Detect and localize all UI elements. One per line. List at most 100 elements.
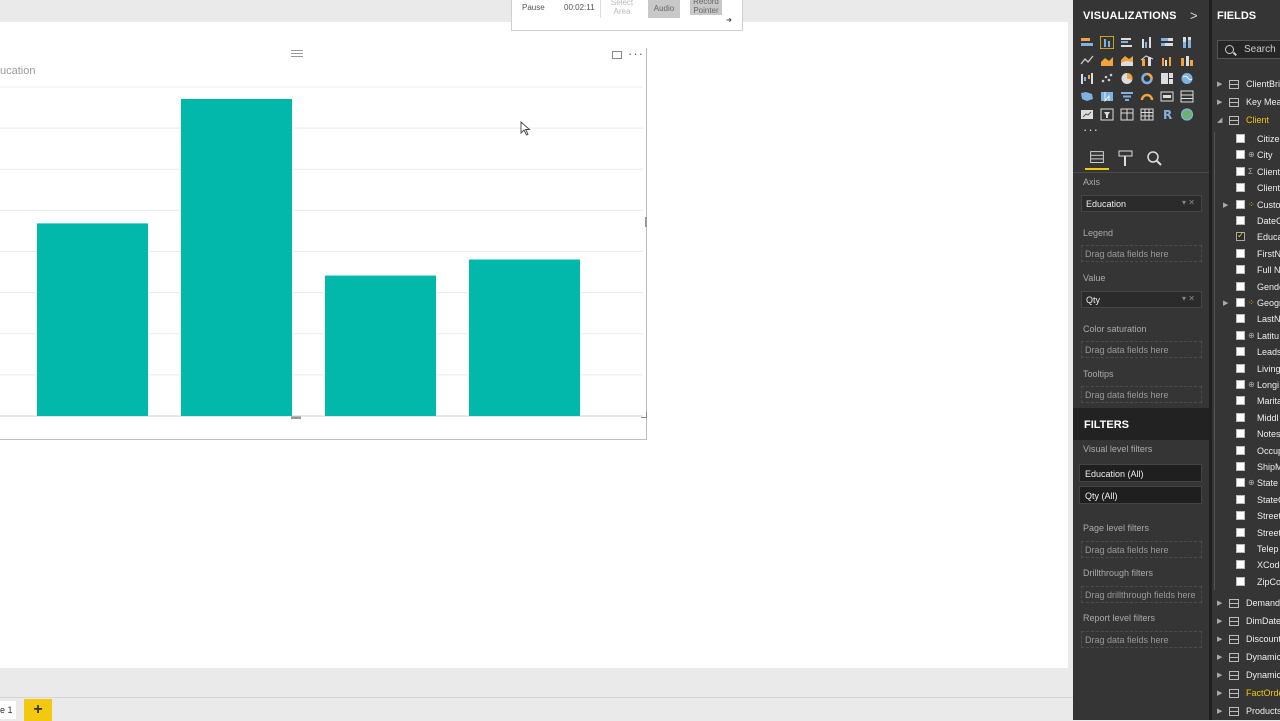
line-and-clustered-column-icon[interactable] — [1160, 54, 1174, 67]
filter-card-qty[interactable]: Qty (All) — [1079, 486, 1202, 504]
field-item[interactable]: Occup — [1212, 443, 1280, 459]
drillthrough-drop-zone[interactable]: Drag drillthrough fields here — [1081, 586, 1202, 603]
field-checkbox[interactable] — [1236, 380, 1245, 389]
field-checkbox[interactable] — [1236, 347, 1245, 357]
matrix-icon[interactable] — [1140, 108, 1154, 121]
expand-chevron-icon[interactable]: ▶ — [1217, 80, 1222, 88]
line-and-stacked-column-icon[interactable] — [1140, 54, 1154, 67]
fields-search-input[interactable]: Search — [1217, 40, 1280, 59]
field-checkbox[interactable] — [1236, 560, 1245, 570]
recorder-collapse-icon[interactable]: ➜ — [726, 16, 732, 24]
line-chart-icon[interactable] — [1080, 54, 1094, 67]
field-checkbox[interactable] — [1236, 429, 1245, 439]
expand-chevron-icon[interactable]: ▶ — [1223, 299, 1228, 307]
report-filters-drop-zone[interactable]: Drag data fields here — [1081, 631, 1202, 648]
card-icon[interactable] — [1160, 90, 1174, 103]
field-item[interactable]: Citizen — [1212, 131, 1280, 147]
expand-chevron-icon[interactable]: ▶ — [1223, 201, 1228, 209]
map-icon[interactable] — [1180, 72, 1194, 85]
gauge-icon[interactable] — [1140, 90, 1154, 103]
table-icon[interactable] — [1120, 108, 1134, 121]
funnel-chart-icon[interactable] — [1120, 90, 1134, 103]
field-table-row-client[interactable]: ◢ Client — [1212, 112, 1280, 128]
remove-field-icon[interactable]: ▾ ✕ — [1182, 198, 1195, 207]
field-item[interactable]: ⊕ City — [1212, 147, 1280, 163]
field-checkbox[interactable] — [1236, 216, 1245, 225]
field-checkbox[interactable] — [1236, 166, 1245, 176]
field-item[interactable]: ▶ ⁘ Geogr — [1212, 295, 1280, 311]
more-visuals-icon[interactable]: ··· — [1083, 122, 1099, 137]
field-item[interactable]: ⊕ Longi — [1212, 377, 1280, 393]
field-item[interactable]: ⊕ State — [1212, 475, 1280, 491]
field-checkbox[interactable] — [1236, 363, 1245, 373]
format-paint-roller-icon[interactable] — [1114, 148, 1138, 170]
field-checkbox[interactable] — [1236, 281, 1245, 291]
field-item[interactable]: Street — [1212, 508, 1280, 524]
expand-chevron-icon[interactable]: ▶ — [1217, 617, 1222, 625]
field-checkbox[interactable] — [1236, 183, 1245, 193]
field-checkbox[interactable] — [1236, 150, 1245, 160]
bar-masters[interactable] — [469, 259, 580, 416]
r-script-visual-icon[interactable]: R — [1160, 108, 1174, 121]
expand-chevron-icon[interactable]: ▶ — [1217, 689, 1222, 697]
field-item[interactable]: Telep — [1212, 541, 1280, 557]
stacked-bar-chart-icon[interactable] — [1080, 36, 1094, 49]
bar-bachelors[interactable] — [37, 223, 148, 416]
field-checkbox[interactable] — [1236, 445, 1245, 455]
field-checkbox[interactable] — [1236, 265, 1245, 275]
100-percent-column-chart-icon[interactable] — [1180, 36, 1194, 49]
field-item[interactable]: LastN — [1212, 311, 1280, 327]
field-checkbox[interactable] — [1236, 478, 1245, 488]
field-table-row[interactable]: ▶ ClientBri — [1212, 76, 1280, 92]
field-item[interactable]: Educa — [1212, 229, 1280, 245]
field-checkbox[interactable] — [1236, 134, 1245, 143]
bar-below-college[interactable] — [181, 99, 292, 416]
report-page[interactable]: ··· ucation BachelorsBelow CollegeDoctor… — [0, 22, 1068, 668]
expand-chevron-icon[interactable]: ▶ — [1217, 671, 1222, 679]
field-checkbox[interactable] — [1236, 396, 1245, 406]
field-item[interactable]: Client — [1212, 180, 1280, 196]
field-checkbox[interactable] — [1236, 576, 1245, 586]
arcgis-map-icon[interactable] — [1180, 108, 1194, 121]
expand-chevron-icon[interactable]: ▶ — [1217, 599, 1222, 607]
value-field-well[interactable]: Qty ▾ ✕ — [1081, 291, 1202, 308]
waterfall-chart-icon[interactable] — [1080, 72, 1094, 85]
bar-doctor[interactable] — [325, 275, 436, 416]
area-chart-icon[interactable] — [1100, 54, 1114, 67]
kpi-icon[interactable] — [1080, 108, 1094, 121]
slicer-icon[interactable] — [1100, 108, 1114, 121]
field-table-row[interactable]: ▶ FactOrde — [1212, 685, 1280, 701]
field-table-row[interactable]: ▶ DimDate — [1212, 613, 1280, 629]
field-item[interactable]: XCode — [1212, 557, 1280, 573]
expand-chevron-icon[interactable]: ▶ — [1217, 98, 1222, 106]
clustered-bar-chart-icon[interactable] — [1120, 36, 1134, 49]
tooltips-drop-zone[interactable]: Drag data fields here — [1081, 386, 1202, 403]
collapse-chevron-icon[interactable]: > — [1190, 8, 1198, 23]
field-checkbox[interactable] — [1236, 230, 1245, 242]
scatter-chart-icon[interactable] — [1100, 72, 1114, 85]
field-table-row[interactable]: ▶ Products — [1212, 703, 1280, 719]
field-checkbox[interactable] — [1236, 199, 1245, 209]
stacked-column-chart-icon[interactable] — [1100, 36, 1114, 49]
recorder-select-area-button[interactable]: Select Area — [610, 0, 634, 18]
field-item[interactable]: Living — [1212, 361, 1280, 377]
axis-field-well[interactable]: Education ▾ ✕ — [1081, 195, 1202, 212]
field-item[interactable]: Full N — [1212, 262, 1280, 278]
analytics-magnifier-icon[interactable] — [1143, 148, 1167, 170]
field-checkbox[interactable] — [1236, 314, 1245, 324]
page-tab-current[interactable]: e 1 — [0, 701, 16, 719]
field-item[interactable]: Gende — [1212, 279, 1280, 295]
bar-chart[interactable]: BachelorsBelow CollegeDoctorMasters — [0, 77, 646, 422]
color-saturation-drop-zone[interactable]: Drag data fields here — [1081, 341, 1202, 358]
field-checkbox[interactable] — [1236, 494, 1245, 504]
remove-field-icon[interactable]: ▾ ✕ — [1182, 294, 1195, 303]
field-item[interactable]: Street — [1212, 525, 1280, 541]
field-item[interactable]: Marita — [1212, 393, 1280, 409]
field-checkbox[interactable] — [1236, 248, 1245, 258]
recorder-pause-button[interactable]: Pause — [522, 3, 545, 23]
field-checkbox[interactable] — [1236, 298, 1245, 307]
100-percent-bar-chart-icon[interactable] — [1160, 36, 1174, 49]
field-table-row[interactable]: ▶ Discount — [1212, 631, 1280, 647]
stacked-area-chart-icon[interactable] — [1120, 54, 1134, 67]
field-checkbox[interactable] — [1236, 527, 1245, 537]
